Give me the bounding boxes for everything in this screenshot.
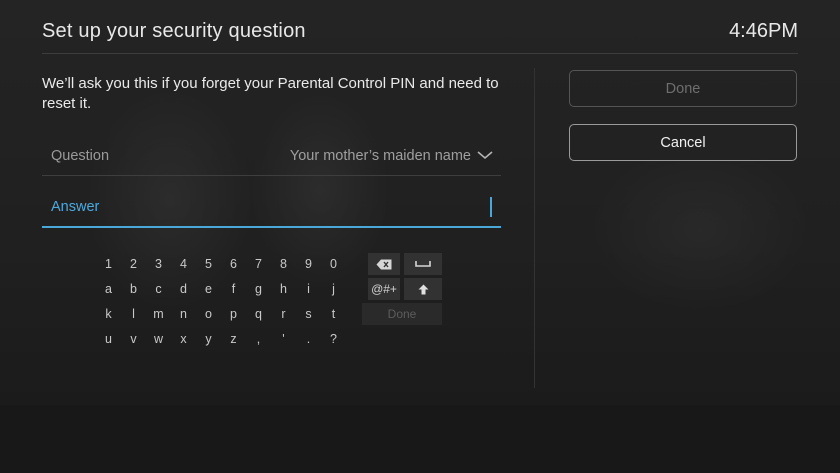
keyboard-done-key[interactable]: Done <box>362 303 442 325</box>
keyboard-key[interactable]: 5 <box>196 253 221 275</box>
keyboard-key[interactable]: u <box>96 328 121 350</box>
keyboard-key[interactable]: ? <box>321 328 346 350</box>
keyboard-key[interactable]: j <box>321 278 346 300</box>
keyboard-key[interactable]: 9 <box>296 253 321 275</box>
answer-label: Answer <box>51 199 100 215</box>
keyboard-key[interactable]: z <box>221 328 246 350</box>
shift-key[interactable] <box>404 278 442 300</box>
text-caret <box>490 197 492 217</box>
keyboard-key[interactable]: 6 <box>221 253 246 275</box>
keyboard-key[interactable]: q <box>246 303 271 325</box>
keyboard-key[interactable]: b <box>121 278 146 300</box>
keyboard-key[interactable]: 3 <box>146 253 171 275</box>
keyboard-key[interactable]: v <box>121 328 146 350</box>
keyboard-key[interactable]: m <box>146 303 171 325</box>
keyboard-key[interactable]: c <box>146 278 171 300</box>
symbols-key[interactable]: @#+ <box>368 278 400 300</box>
question-select[interactable]: Question Your mother’s maiden name <box>42 139 501 176</box>
header-divider <box>42 53 798 54</box>
backspace-icon <box>376 259 392 269</box>
keyboard-key[interactable]: t <box>321 303 346 325</box>
keyboard-key[interactable]: f <box>221 278 246 300</box>
column-divider <box>534 68 535 388</box>
keyboard-key[interactable]: . <box>296 328 321 350</box>
keyboard-key[interactable]: e <box>196 278 221 300</box>
keyboard-key[interactable]: a <box>96 278 121 300</box>
keyboard-key[interactable]: i <box>296 278 321 300</box>
backspace-key[interactable] <box>368 253 400 275</box>
space-key[interactable] <box>404 253 442 275</box>
keyboard-key[interactable]: d <box>171 278 196 300</box>
cancel-button[interactable]: Cancel <box>569 124 797 161</box>
keyboard-key[interactable]: 1 <box>96 253 121 275</box>
intro-text: We’ll ask you this if you forget your Pa… <box>42 75 499 112</box>
question-value: Your mother’s maiden name <box>289 148 471 164</box>
keyboard-key[interactable]: n <box>171 303 196 325</box>
keyboard-key[interactable]: 4 <box>171 253 196 275</box>
answer-input[interactable]: Answer <box>42 190 501 228</box>
keyboard-key[interactable]: h <box>271 278 296 300</box>
keyboard-key[interactable]: 8 <box>271 253 296 275</box>
keyboard-key[interactable]: o <box>196 303 221 325</box>
keyboard-key[interactable]: , <box>246 328 271 350</box>
keyboard-key[interactable]: g <box>246 278 271 300</box>
shift-icon <box>418 284 428 294</box>
clock: 4:46PM <box>729 20 798 42</box>
space-icon <box>415 261 431 267</box>
keyboard-key[interactable]: l <box>121 303 146 325</box>
background-footer <box>0 405 840 473</box>
chevron-down-icon <box>477 151 493 160</box>
page-title: Set up your security question <box>42 20 306 42</box>
keyboard-key[interactable]: x <box>171 328 196 350</box>
keyboard-key[interactable]: r <box>271 303 296 325</box>
keyboard-key[interactable]: k <box>96 303 121 325</box>
keyboard-key[interactable]: ' <box>271 328 296 350</box>
keyboard-key[interactable]: y <box>196 328 221 350</box>
keyboard-key[interactable]: p <box>221 303 246 325</box>
keyboard-key[interactable]: 7 <box>246 253 271 275</box>
keyboard-key[interactable]: 0 <box>321 253 346 275</box>
keyboard-key[interactable]: 2 <box>121 253 146 275</box>
keyboard-key[interactable]: s <box>296 303 321 325</box>
keyboard-key[interactable]: w <box>146 328 171 350</box>
done-button[interactable]: Done <box>569 70 797 107</box>
question-label: Question <box>51 148 110 164</box>
